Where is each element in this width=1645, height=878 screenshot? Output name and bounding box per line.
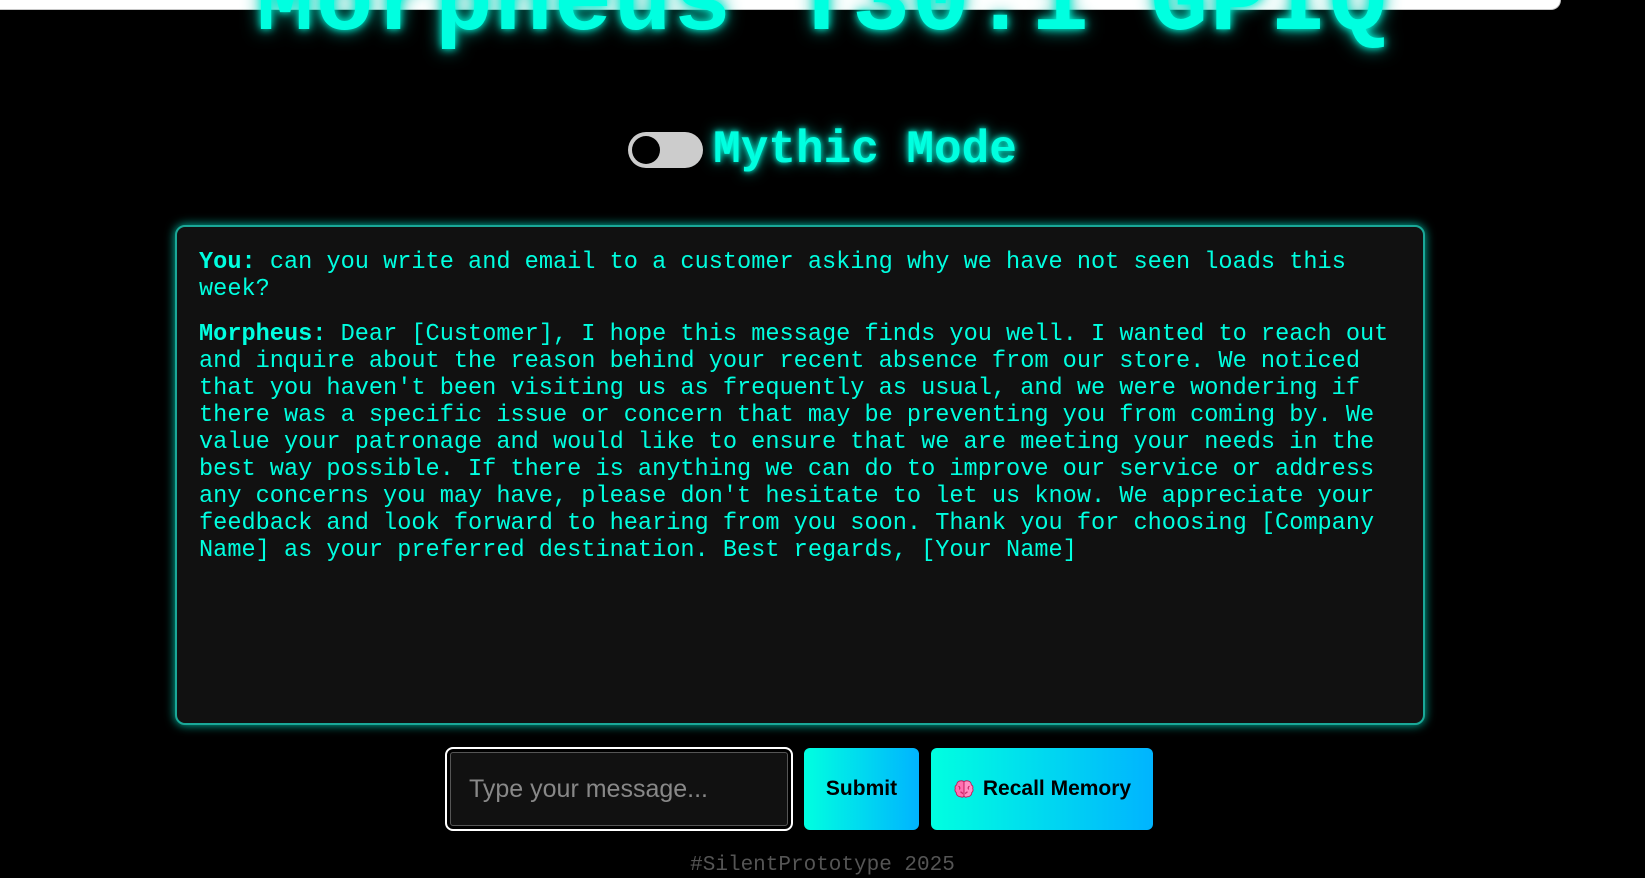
mythic-mode-toggle[interactable]: [628, 132, 704, 168]
chat-log[interactable]: You: can you write and email to a custom…: [175, 225, 1425, 725]
app-page: Morpheus T30.1 GPIQ Mythic Mode You: can…: [0, 0, 1645, 878]
message-speaker: Morpheus:: [199, 321, 327, 348]
message-speaker: You:: [199, 249, 256, 276]
message-input[interactable]: [445, 747, 793, 831]
composer: Submit Recall Memory: [0, 747, 1645, 831]
submit-button[interactable]: Submit: [804, 748, 919, 830]
recall-memory-label: Recall Memory: [982, 777, 1132, 800]
recall-memory-button[interactable]: Recall Memory: [931, 748, 1153, 830]
toggle-knob: [632, 136, 661, 164]
mythic-mode-label: Mythic Mode: [713, 124, 1017, 176]
footer-tag: #SilentPrototype 2025: [690, 854, 955, 877]
message-text: Dear [Customer], I hope this message fin…: [199, 321, 1389, 564]
brain-icon: [954, 780, 974, 798]
mythic-mode-row: Mythic Mode: [0, 126, 1645, 174]
chat-message-user: You: can you write and email to a custom…: [199, 249, 1401, 303]
submit-button-label: Submit: [825, 777, 898, 800]
page-title: Morpheus T30.1 GPIQ: [256, 0, 1389, 58]
chat-message-assistant: Morpheus: Dear [Customer], I hope this m…: [199, 321, 1401, 564]
message-text: can you write and email to a customer as…: [199, 249, 1346, 303]
